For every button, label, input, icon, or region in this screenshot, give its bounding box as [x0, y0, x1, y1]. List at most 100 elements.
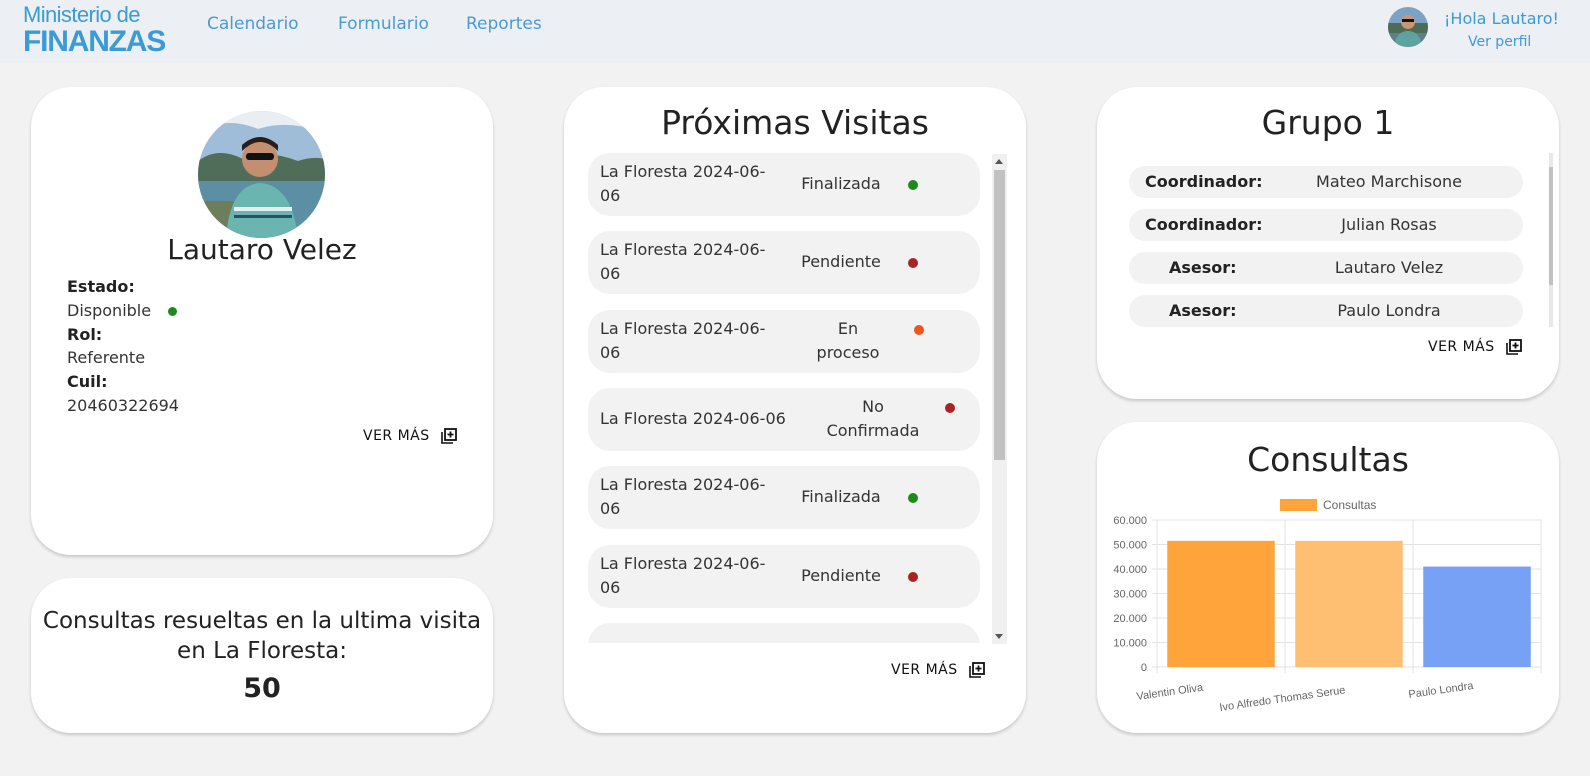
visita-row[interactable]: La Floresta 2024-06- 06 Pendiente: [588, 545, 980, 608]
visita-location-cont: 06: [600, 578, 621, 597]
grupo-member-row: Coordinador: Julian Rosas: [1129, 209, 1523, 241]
nav-link-calendario[interactable]: Calendario: [207, 14, 299, 34]
ver-mas-label: VER MÁS: [1428, 339, 1495, 355]
consultas-bar-chart: Consultas 0 10.000 20.000 30.000 40.000 50.000…: [1113, 498, 1542, 714]
consultas-resueltas-card: Consultas resueltas en la ultima visita …: [31, 578, 493, 733]
member-role: Asesor:: [1169, 301, 1237, 320]
status-dot: [945, 403, 955, 413]
member-role: Coordinador:: [1145, 172, 1263, 191]
y-tick-label: 20.000: [1113, 613, 1147, 625]
estado-label: Estado:: [67, 277, 135, 296]
cuil-label: Cuil:: [67, 372, 108, 391]
visita-location: La Floresta 2024-06-: [600, 475, 766, 494]
visita-location: La Floresta 2024-06-: [600, 240, 766, 259]
y-tick-label: 10.000: [1113, 638, 1147, 650]
ministerio-logo[interactable]: Ministerio de FINANZAS: [23, 2, 166, 58]
visita-status: Pendiente: [801, 566, 881, 585]
y-tick-label: 60.000: [1113, 515, 1147, 527]
nav-link-reportes[interactable]: Reportes: [466, 14, 542, 34]
ver-mas-label: VER MÁS: [891, 662, 958, 678]
bar: [1167, 540, 1275, 667]
member-role: Asesor:: [1169, 258, 1237, 277]
legend-label: Consultas: [1323, 498, 1376, 512]
visita-row[interactable]: La Floresta 2024-06- 06 Pendiente: [588, 231, 980, 294]
add-box-icon: [440, 428, 457, 444]
visita-status: Finalizada: [801, 487, 881, 506]
visita-location-cont: 06: [600, 186, 621, 205]
add-box-icon: [968, 662, 985, 678]
status-dot: [908, 572, 918, 582]
estado-status-dot: [168, 307, 177, 316]
visita-location-cont: 06: [600, 343, 621, 362]
status-dot: [914, 325, 924, 335]
x-tick-label: Paulo Londra: [1408, 680, 1475, 701]
visita-location: La Floresta 2024-06-: [600, 162, 766, 181]
profile-photo: [198, 111, 325, 238]
visitas-scrollbar[interactable]: [992, 154, 1007, 644]
greeting-text: ¡Hola Lautaro!: [1444, 9, 1559, 28]
bar: [1295, 540, 1403, 667]
y-tick-label: 40.000: [1113, 564, 1147, 576]
consultas-resueltas-value: 50: [243, 673, 281, 704]
member-name: Julian Rosas: [1341, 215, 1437, 234]
visita-location-cont: 06: [600, 264, 621, 283]
visita-status: Pendiente: [801, 252, 881, 271]
visitas-list[interactable]: La Floresta 2024-06- 06 Finalizada La Fl…: [588, 153, 980, 643]
visita-status: No: [862, 397, 884, 416]
x-tick-label: Ivo Alfredo Thomas Serue: [1219, 684, 1346, 714]
bar: [1423, 566, 1531, 667]
top-navbar: Ministerio de FINANZAS Calendario Formul…: [0, 0, 1590, 63]
grupo-ver-mas-button[interactable]: VER MÁS: [1428, 338, 1523, 356]
visita-location: La Floresta 2024-06-: [600, 319, 766, 338]
status-dot: [908, 258, 918, 268]
scroll-thumb[interactable]: [994, 170, 1005, 460]
visitas-ver-mas-button[interactable]: VER MÁS: [891, 661, 986, 679]
status-dot: [908, 180, 918, 190]
y-tick-label: 50.000: [1113, 540, 1147, 552]
visita-status-cont: proceso: [816, 343, 880, 362]
user-avatar[interactable]: [1388, 7, 1428, 47]
consultas-resueltas-text: Consultas resueltas en la ultima visita …: [42, 608, 482, 664]
visita-status: Finalizada: [801, 174, 881, 193]
proximas-visitas-card: Próximas Visitas La Floresta 2024-06- 06…: [564, 87, 1026, 733]
ver-perfil-link[interactable]: Ver perfil: [1468, 34, 1531, 50]
visita-status-cont: Confirmada: [826, 421, 920, 440]
grupo-scrollbar[interactable]: [1549, 153, 1553, 327]
grupo-title: Grupo 1: [1261, 103, 1395, 142]
add-box-icon: [1505, 339, 1522, 355]
scroll-up-icon[interactable]: [995, 159, 1003, 164]
profile-ver-mas-button[interactable]: VER MÁS: [363, 427, 458, 445]
visita-row[interactable]: La Floresta 2024-06- 06 Finalizada: [588, 153, 980, 216]
grupo-member-row: Coordinador: Mateo Marchisone: [1129, 166, 1523, 198]
member-name: Lautaro Velez: [1334, 258, 1444, 277]
grupo-member-row: Asesor: Lautaro Velez: [1129, 252, 1523, 284]
member-role: Coordinador:: [1145, 215, 1263, 234]
y-tick-label: 30.000: [1113, 589, 1147, 601]
rol-label: Rol:: [67, 325, 103, 344]
y-tick-label: 0: [1141, 662, 1147, 674]
cuil-value: 20460322694: [67, 396, 179, 415]
member-name: Paulo Londra: [1337, 301, 1441, 320]
x-tick-label: Valentin Oliva: [1136, 682, 1205, 703]
scroll-down-icon[interactable]: [995, 634, 1003, 639]
profile-card: Lautaro Velez Estado: Disponible Rol: Re…: [31, 87, 493, 555]
estado-value: Disponible: [67, 301, 152, 320]
visita-location: La Floresta 2024-06-: [600, 554, 766, 573]
ver-mas-label: VER MÁS: [363, 428, 430, 444]
legend-swatch: [1280, 499, 1317, 511]
logo-line1: Ministerio de: [23, 2, 141, 27]
visita-row[interactable]: La Floresta 2024-06- 06 Finalizada: [588, 466, 980, 529]
scroll-thumb[interactable]: [1549, 167, 1553, 285]
visita-location-cont: 06: [600, 499, 621, 518]
visita-row[interactable]: La Floresta 2024-06- 06 En proceso: [588, 310, 980, 373]
profile-name: Lautaro Velez: [167, 233, 357, 266]
member-name: Mateo Marchisone: [1316, 172, 1462, 191]
logo-line2: FINANZAS: [23, 25, 166, 58]
grupo-card: Grupo 1 Coordinador: Mateo Marchisone Co…: [1097, 87, 1559, 399]
visita-row[interactable]: La Floresta 2024-06-06 No Confirmada: [588, 388, 980, 451]
status-dot: [908, 493, 918, 503]
nav-link-formulario[interactable]: Formulario: [338, 14, 429, 34]
rol-value: Referente: [67, 348, 146, 367]
consultas-chart-card: Consultas Consultas 0 10.000 20.000 30.000 40…: [1097, 422, 1559, 733]
visita-row-partial[interactable]: [588, 623, 980, 643]
